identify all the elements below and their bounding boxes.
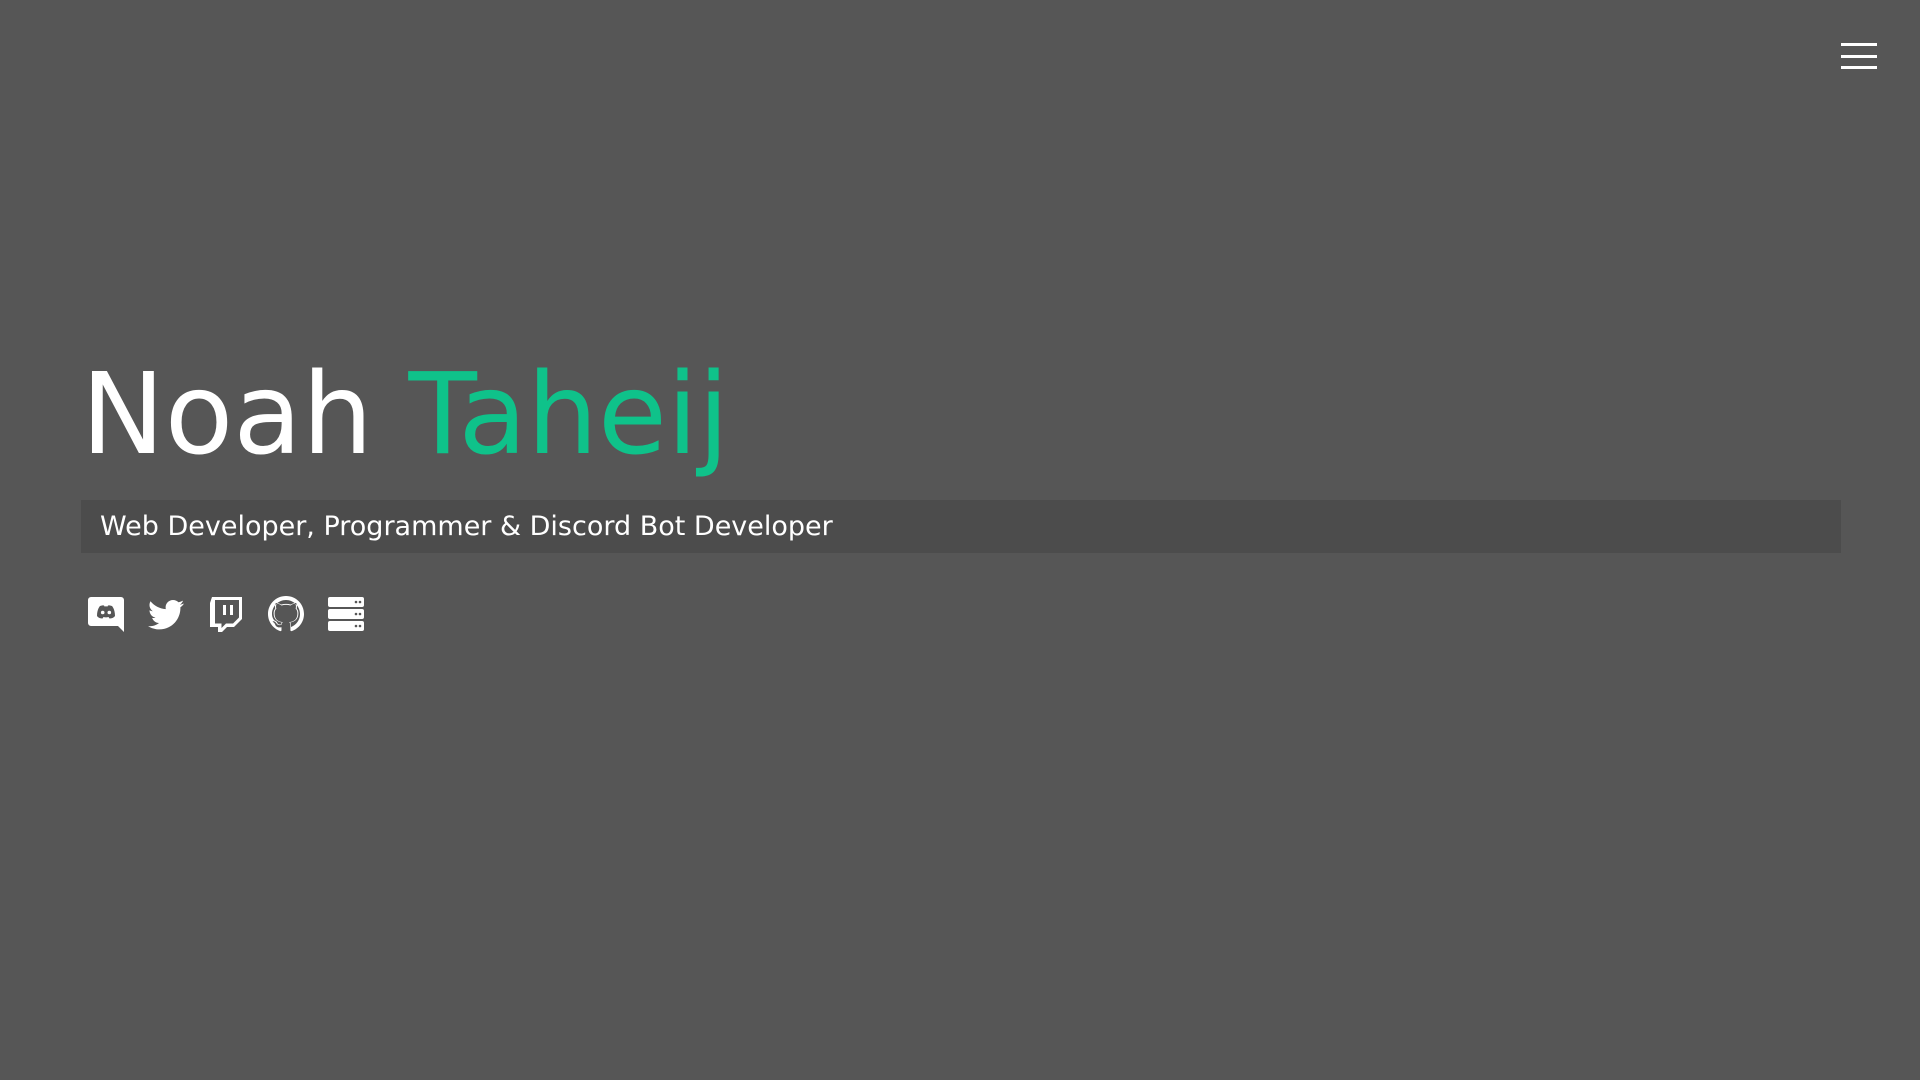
twitter-link[interactable] bbox=[145, 593, 187, 635]
server-link[interactable] bbox=[325, 593, 367, 635]
twitch-link[interactable] bbox=[205, 593, 247, 635]
social-links bbox=[81, 593, 1841, 635]
server-icon bbox=[328, 597, 364, 631]
hero-section: Noah Taheij Web Developer, Programmer & … bbox=[81, 340, 1841, 635]
twitch-icon bbox=[210, 597, 242, 632]
menu-button[interactable] bbox=[1841, 43, 1877, 69]
tagline: Web Developer, Programmer & Discord Bot … bbox=[100, 511, 833, 542]
hamburger-icon-bar-bottom bbox=[1841, 66, 1877, 69]
discord-icon bbox=[88, 597, 124, 632]
tagline-bar: Web Developer, Programmer & Discord Bot … bbox=[81, 500, 1841, 553]
twitter-icon bbox=[148, 600, 184, 630]
last-name: Taheij bbox=[408, 350, 730, 480]
github-link[interactable] bbox=[265, 593, 307, 635]
hamburger-icon-bar-top bbox=[1841, 43, 1877, 46]
page: Noah Taheij Web Developer, Programmer & … bbox=[0, 0, 1920, 1080]
hamburger-icon-bar-middle bbox=[1841, 54, 1877, 58]
discord-link[interactable] bbox=[85, 593, 127, 635]
first-name: Noah bbox=[81, 350, 373, 480]
page-title: Noah Taheij bbox=[81, 340, 1841, 490]
github-icon bbox=[268, 596, 304, 632]
